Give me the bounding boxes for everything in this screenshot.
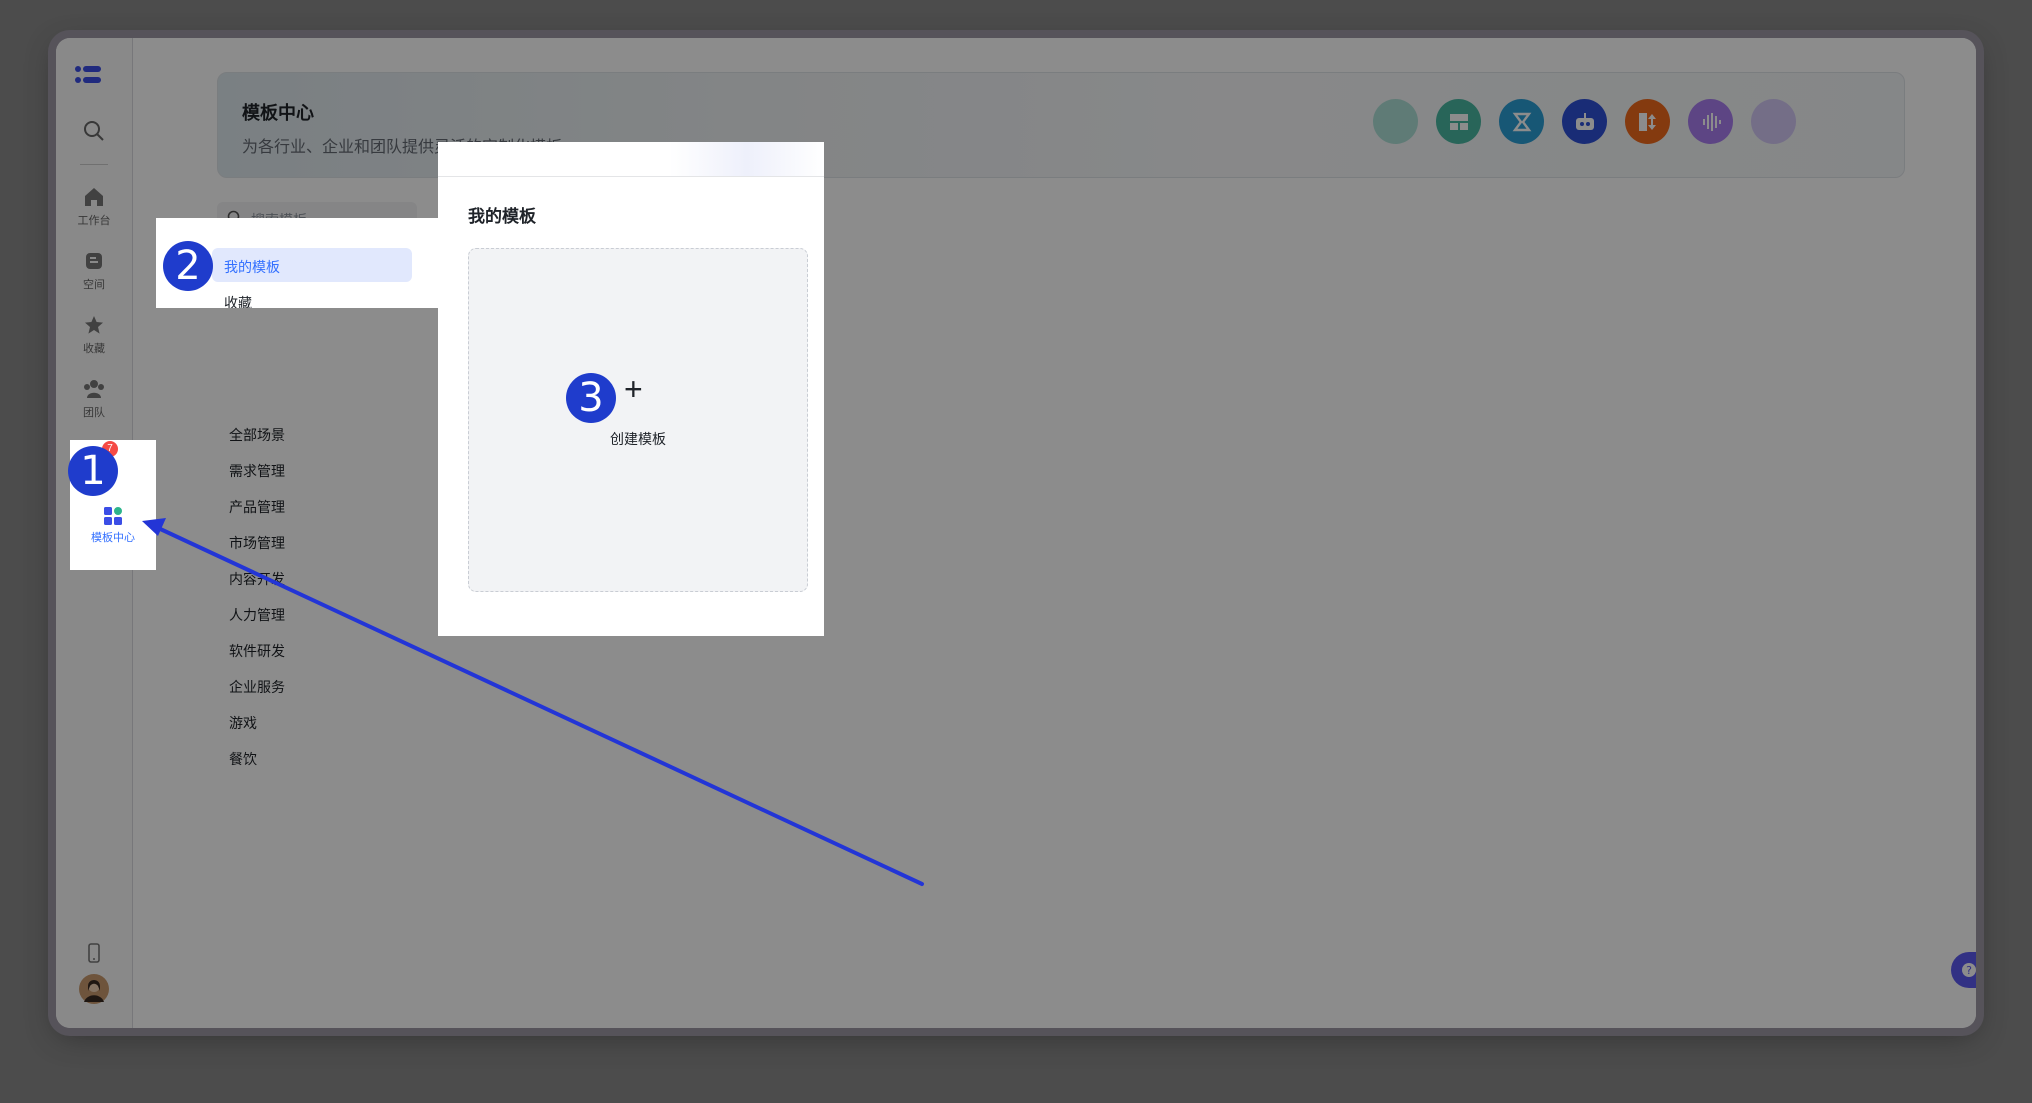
annotation-arrow [142, 518, 924, 886]
